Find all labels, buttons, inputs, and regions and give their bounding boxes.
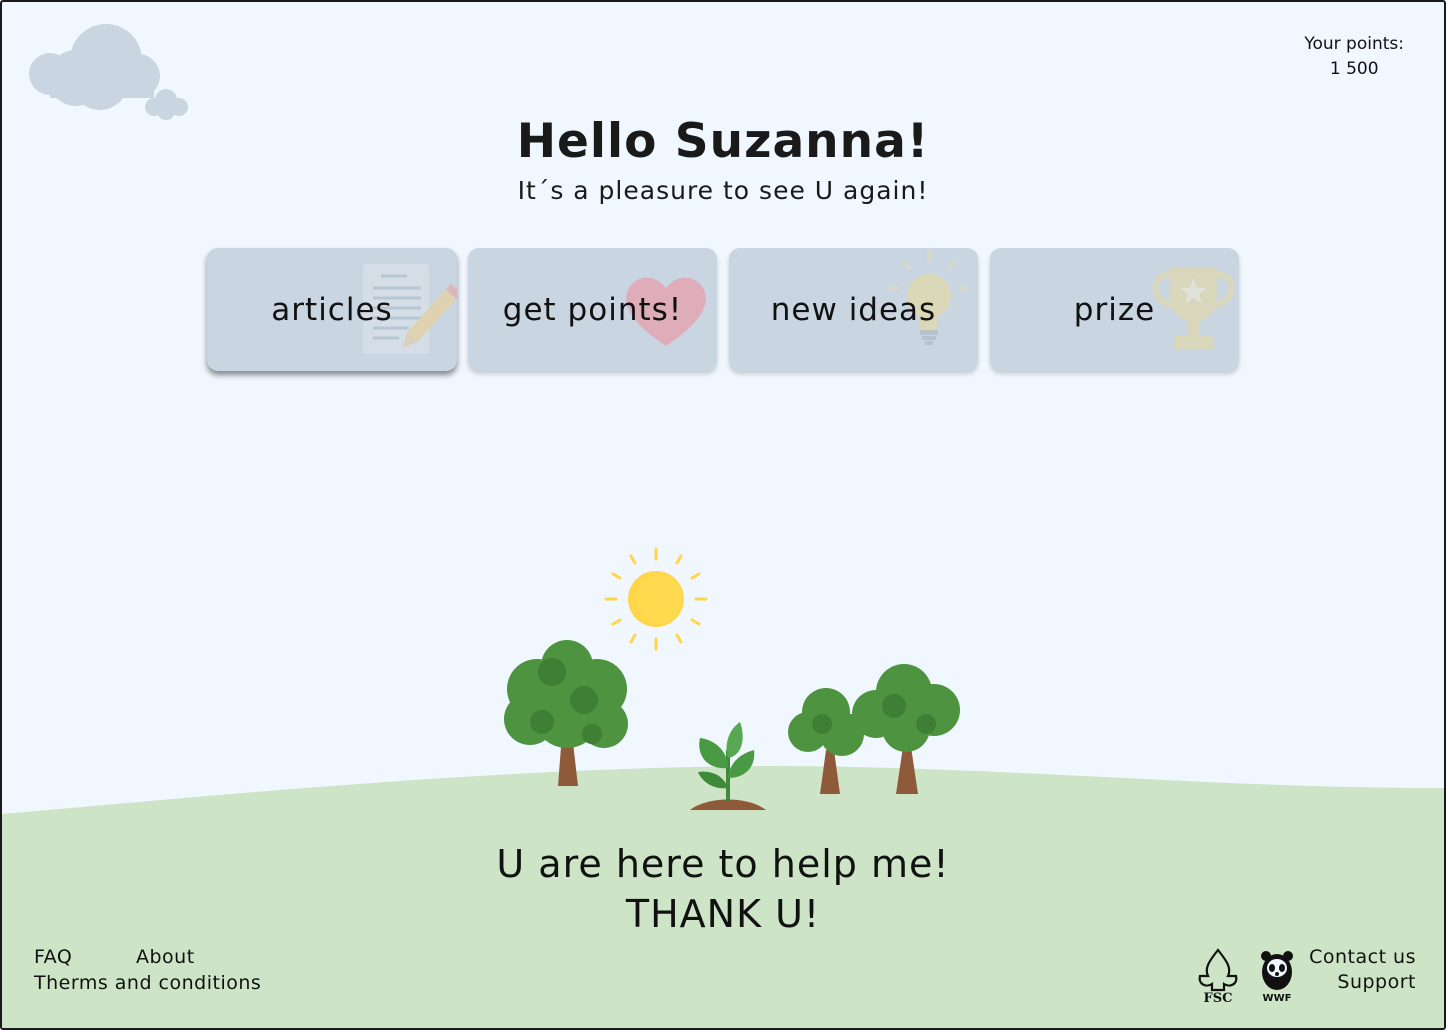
prize-label: prize [1073, 292, 1156, 328]
tree-icon [788, 664, 960, 794]
fsc-logo-icon: FSC [1198, 948, 1238, 1004]
wwf-logo-text: WWF [1263, 993, 1292, 1004]
terms-link[interactable]: Therms and conditions [34, 972, 261, 994]
app-frame: Your points: 1 500 Hello Suzanna! It´s a… [0, 0, 1446, 1030]
new-ideas-button[interactable]: new ideas [729, 248, 978, 371]
articles-button[interactable]: articles [207, 248, 457, 371]
points-value: 1 500 [1329, 59, 1379, 79]
get-points-button[interactable]: get points! [468, 248, 717, 371]
points-display: Your points: 1 500 [1304, 32, 1404, 82]
support-link[interactable]: Support [1337, 971, 1416, 993]
thanks-message-line2: THANK U! [625, 892, 821, 936]
wwf-logo-icon: WWF [1261, 951, 1293, 1004]
page-subtitle: It´s a pleasure to see U again! [517, 176, 929, 205]
prize-button[interactable]: prize [990, 248, 1239, 371]
cloud-icon [29, 24, 188, 120]
about-link[interactable]: About [136, 946, 195, 968]
faq-link[interactable]: FAQ [34, 946, 72, 968]
contact-link[interactable]: Contact us [1309, 946, 1416, 968]
new-ideas-label: new ideas [770, 292, 937, 328]
fsc-logo-text: FSC [1204, 991, 1233, 1004]
get-points-label: get points! [502, 292, 683, 328]
sprout-icon [690, 722, 766, 810]
tree-icon [504, 640, 628, 786]
page-title: Hello Suzanna! [516, 114, 930, 169]
thanks-message-line1: U are here to help me! [496, 842, 950, 886]
points-label: Your points: [1304, 34, 1404, 54]
articles-label: articles [271, 292, 393, 328]
